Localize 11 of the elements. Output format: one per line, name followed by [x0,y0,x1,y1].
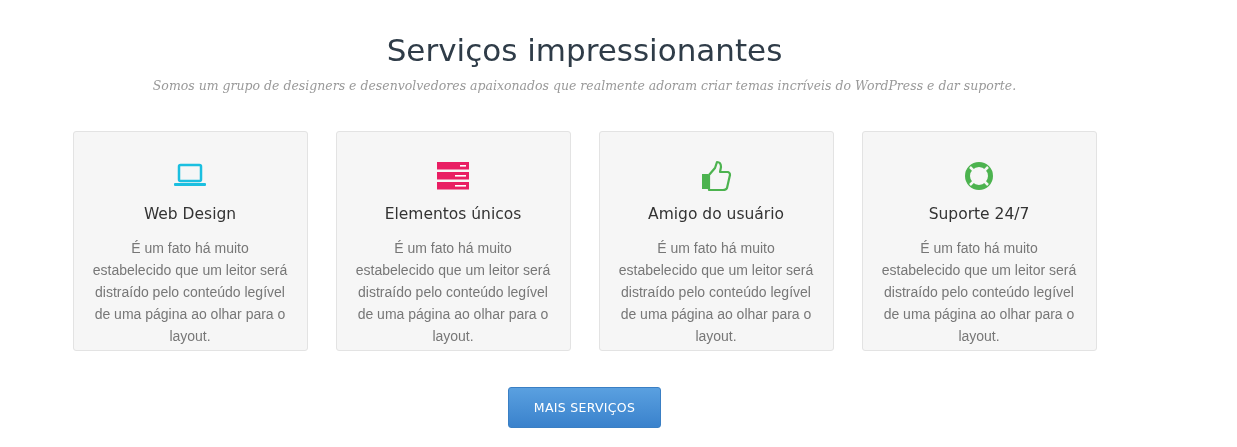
service-description: É um fato há muito estabelecido que um leitor será distraído pelo conteúdo legível de uma página ao olhar para o layout. [617,239,815,346]
more-services-button[interactable]: MAIS SERVIÇOS [508,387,661,428]
section-heading: Serviços impressionantes [386,31,783,70]
service-description: É um fato há muito estabelecido que um leitor será distraído pelo conteúdo legível de uma página ao olhar para o layout. [91,239,289,346]
service-description: É um fato há muito estabelecido que um leitor será distraído pelo conteúdo legível de uma página ao olhar para o layout. [880,239,1078,346]
service-title: Web Design [143,204,237,225]
service-title: Suporte 24/7 [928,204,1030,225]
service-title: Amigo do usuário [648,204,784,225]
section-subheading: Somos um grupo de designers e desenvolvedores apaixonados que realmente adoram criar temas incríveis do WordPress e dar suporte. [152,77,1017,95]
service-title: Elementos únicos [384,204,522,225]
service-description: É um fato há muito estabelecido que um leitor será distraído pelo conteúdo legível de uma página ao olhar para o layout. [354,239,552,346]
